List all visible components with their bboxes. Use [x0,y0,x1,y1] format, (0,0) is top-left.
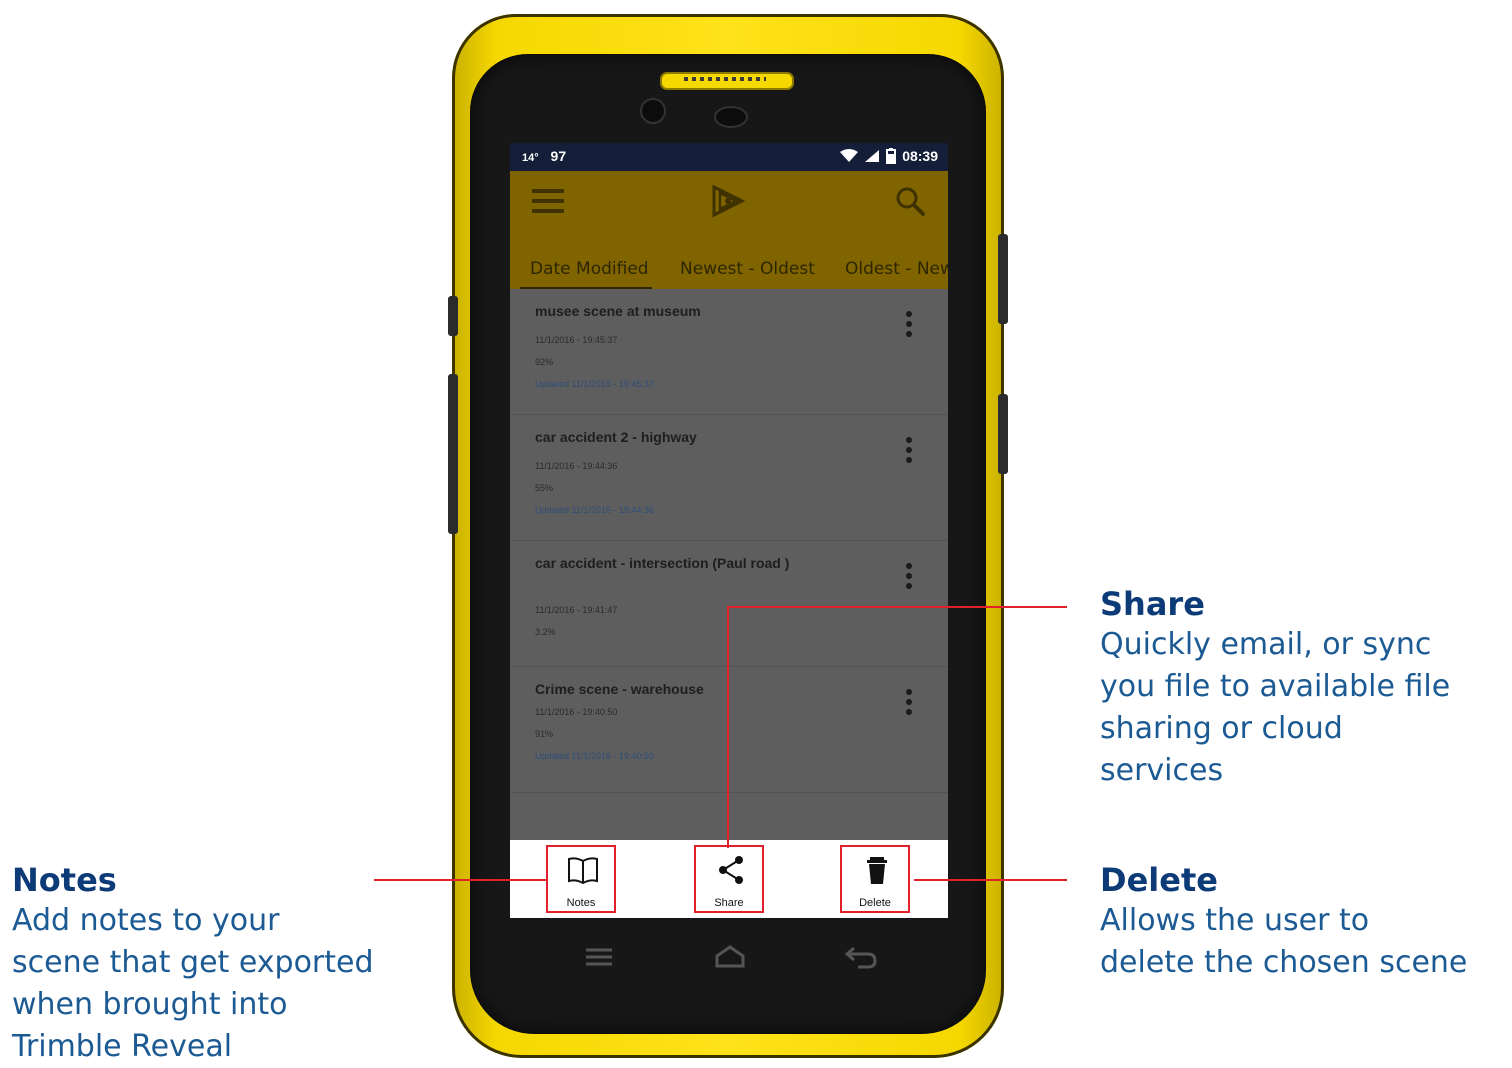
tab-oldest-newest[interactable]: Oldest - Newest [845,259,948,279]
scene-title: car accident - intersection (Paul road ) [535,555,790,571]
scene-updated: Updated 11/1/2016 - 19:44:36 [535,505,654,515]
scene-date: 11/1/2016 - 19:40:50 [535,707,618,717]
share-callout: Share Quickly email, or sync you file to… [1100,584,1500,792]
list-item[interactable]: car accident - intersection (Paul road )… [510,541,948,667]
scene-updated: Updated 11/1/2016 - 19:45:37 [535,379,654,389]
signal-icon [865,150,880,162]
left-side-button [448,374,458,534]
system-nav-bar [510,930,948,986]
delete-callout: Delete Allows the user to delete the cho… [1100,860,1510,984]
share-label: Share [714,897,744,909]
more-options-icon[interactable] [906,689,914,721]
share-callout-line: services [1100,753,1224,788]
scene-title: Crime scene - warehouse [535,681,704,697]
battery-percent: 97 [550,148,567,164]
delete-callout-line: Allows the user to [1100,903,1370,938]
temperature-indicator: 14° [522,152,539,164]
more-options-icon[interactable] [906,563,914,595]
sort-tabs: Date Modified Newest - Oldest Oldest - N… [510,259,948,290]
scene-date: 11/1/2016 - 19:41:47 [535,605,618,615]
share-icon [719,856,743,884]
delete-button[interactable]: Delete [840,845,910,913]
app-screen: 14° 97 08:39 Date Modified Newest - Olde… [510,143,948,918]
notes-callout-line: when brought into [12,987,288,1022]
share-callout-line: Quickly email, or sync [1100,627,1432,662]
share-connector-horizontal [727,606,1067,608]
search-icon[interactable] [894,185,926,217]
notes-callout-line: Add notes to your [12,903,280,938]
earpiece-speaker [660,72,794,90]
notes-button[interactable]: Notes [546,845,616,913]
right-side-button [998,394,1008,474]
scene-size: 3.2% [535,627,556,637]
status-time: 08:39 [902,148,938,164]
share-button[interactable]: Share [694,845,764,913]
trimble-logo-icon [712,184,746,218]
notes-label: Notes [566,897,596,909]
list-item[interactable]: car accident 2 - highway 11/1/2016 - 19:… [510,415,948,541]
speaker-grille [684,77,766,81]
notes-callout-line: scene that get exported [12,945,374,980]
scene-size: 91% [535,729,554,739]
delete-callout-heading: Delete [1100,861,1218,899]
home-key-icon[interactable] [714,944,746,970]
back-key-icon[interactable] [844,944,878,970]
scene-size: 92% [535,357,554,367]
share-connector-vertical [727,606,729,848]
scene-date: 11/1/2016 - 19:44:36 [535,461,618,471]
scene-date: 11/1/2016 - 19:45:37 [535,335,618,345]
book-icon [568,857,598,885]
hamburger-icon[interactable] [532,189,564,215]
scene-updated: Updated 11/1/2016 - 19:40:50 [535,751,654,761]
share-callout-line: you file to available file [1100,669,1451,704]
list-item[interactable]: Crime scene - warehouse 11/1/2016 - 19:4… [510,667,948,793]
trash-icon [867,857,887,884]
scene-title: car accident 2 - highway [535,429,697,445]
scene-title: musee scene at museum [535,303,701,319]
front-camera [640,98,666,124]
right-side-button [998,234,1008,324]
notes-callout: Notes Add notes to your scene that get e… [12,860,452,1068]
notes-callout-heading: Notes [12,861,117,899]
battery-icon [886,148,897,164]
status-bar: 14° 97 08:39 [510,143,948,171]
share-callout-heading: Share [1100,585,1205,623]
delete-label: Delete [859,897,891,909]
light-sensor [714,106,748,128]
scene-list: musee scene at museum 11/1/2016 - 19:45:… [510,289,948,841]
menu-key-icon[interactable] [584,946,614,968]
delete-connector [914,879,1067,881]
notes-callout-line: Trimble Reveal [12,1029,233,1064]
scene-size: 55% [535,483,554,493]
tab-date-modified[interactable]: Date Modified [530,259,649,279]
more-options-icon[interactable] [906,437,914,469]
list-item[interactable]: musee scene at museum 11/1/2016 - 19:45:… [510,289,948,415]
delete-callout-line: delete the chosen scene [1100,945,1468,980]
bottom-action-bar: Notes Share Delete [510,840,948,918]
wifi-icon [840,149,859,162]
share-callout-line: sharing or cloud [1100,711,1343,746]
left-side-button [448,296,458,336]
app-bar: Date Modified Newest - Oldest Oldest - N… [510,171,948,290]
tab-newest-oldest[interactable]: Newest - Oldest [680,259,815,279]
more-options-icon[interactable] [906,311,914,343]
